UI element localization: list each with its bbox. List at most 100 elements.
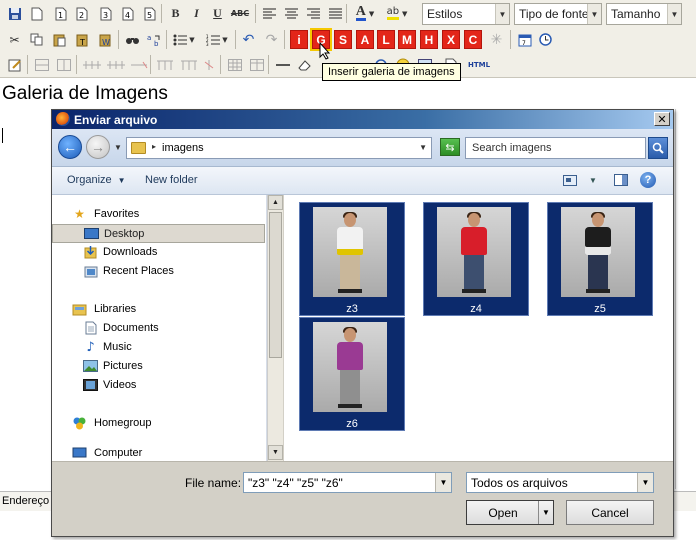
nav-scrollbar[interactable]: ▲ ▼	[267, 195, 283, 461]
nav-pictures[interactable]: Pictures	[52, 357, 265, 376]
nav-documents[interactable]: Documents	[52, 319, 265, 338]
nav-downloads[interactable]: Downloads	[52, 243, 265, 262]
organize-button[interactable]: Organize ▼	[67, 174, 126, 186]
file-tile-z3[interactable]: z3	[299, 202, 405, 316]
svg-text:T: T	[79, 38, 85, 47]
address-path[interactable]: imagens	[162, 142, 204, 154]
align-justify-icon[interactable]	[325, 3, 346, 24]
file-tile-z5[interactable]: z5	[547, 202, 653, 316]
search-icon[interactable]	[648, 137, 668, 159]
calendar-icon[interactable]: 7	[514, 29, 535, 50]
template-2-icon[interactable]: 2	[71, 3, 92, 24]
insert-row-below-icon	[104, 54, 128, 75]
svg-text:5: 5	[147, 11, 152, 20]
nav-music[interactable]: ♪ Music	[52, 338, 265, 357]
toolbar-separator	[150, 55, 151, 74]
preview-pane-icon[interactable]	[613, 173, 629, 187]
chevron-down-icon[interactable]: ▼	[419, 143, 427, 152]
plugin-a-button[interactable]: A	[356, 30, 374, 49]
nav-recent-places[interactable]: Recent Places	[52, 262, 265, 281]
insert-row-above-icon	[80, 54, 104, 75]
tooltip: Inserir galeria de imagens	[322, 63, 461, 81]
plugin-m-button[interactable]: M	[398, 30, 416, 49]
save-icon[interactable]	[4, 3, 25, 24]
font-select[interactable]: Tipo de fonte ▼	[514, 3, 602, 25]
nav-computer-label: Computer	[94, 447, 143, 459]
find-icon[interactable]	[122, 29, 143, 50]
align-center-icon[interactable]	[281, 3, 302, 24]
nav-favorites-label: Favorites	[94, 208, 140, 220]
clock-icon[interactable]	[535, 29, 556, 50]
size-select[interactable]: Tamanho ▼	[606, 3, 682, 25]
organize-label: Organize	[67, 174, 112, 186]
cancel-button[interactable]: Cancel	[566, 500, 654, 525]
template-4-icon[interactable]: 4	[117, 3, 138, 24]
open-dropdown-icon[interactable]: ▼	[538, 501, 553, 524]
back-button[interactable]: ←	[58, 135, 82, 159]
chevron-down-icon[interactable]: ▼	[435, 473, 451, 492]
close-icon[interactable]: ✕	[654, 112, 670, 126]
italic-button[interactable]: I	[186, 3, 207, 24]
font-color-icon[interactable]: A ▼	[350, 3, 380, 24]
styles-select[interactable]: Estilos ▼	[422, 3, 510, 25]
numbered-list-icon[interactable]: 1 2 3 ▼	[201, 29, 233, 50]
plugin-l-button[interactable]: L	[377, 30, 395, 49]
chevron-down-icon[interactable]: ▼	[637, 473, 653, 492]
undo-icon[interactable]: ↶	[238, 29, 259, 50]
nav-computer[interactable]: Computer	[52, 444, 265, 461]
paste-icon[interactable]	[49, 29, 70, 50]
align-left-icon[interactable]	[259, 3, 280, 24]
nav-videos[interactable]: Videos	[52, 376, 265, 395]
new-doc-icon[interactable]	[26, 3, 47, 24]
html-source-button[interactable]: HTML	[466, 54, 492, 75]
plugin-c-button[interactable]: C	[464, 30, 482, 49]
paste-word-icon[interactable]: W	[95, 29, 116, 50]
file-name-value[interactable]: "z3" "z4" "z5" "z6"	[248, 476, 343, 490]
underline-button[interactable]: U	[207, 3, 228, 24]
cut-icon[interactable]: ✂	[4, 29, 25, 50]
toolbar-separator	[268, 55, 269, 74]
plugin-h-button[interactable]: H	[420, 30, 438, 49]
eraser-icon[interactable]	[293, 54, 314, 75]
file-tile-z4[interactable]: z4	[423, 202, 529, 316]
edit-form-icon[interactable]	[4, 54, 25, 75]
plugin-s-button[interactable]: S	[334, 30, 352, 49]
paste-text-icon[interactable]: T	[72, 29, 93, 50]
file-name-input[interactable]: "z3" "z4" "z5" "z6" ▼	[243, 472, 452, 493]
scroll-up-icon[interactable]: ▲	[268, 195, 283, 210]
template-5-icon[interactable]: 5	[139, 3, 160, 24]
bold-button[interactable]: B	[165, 3, 186, 24]
dialog-titlebar[interactable]: Enviar arquivo ✕	[52, 110, 673, 129]
template-1-icon[interactable]: 1	[50, 3, 71, 24]
chevron-down-icon: ▼	[587, 4, 601, 24]
strikethrough-button[interactable]: ABC	[228, 3, 252, 24]
replace-icon[interactable]: ab	[144, 29, 165, 50]
horizontal-rule-icon[interactable]	[272, 54, 293, 75]
nav-homegroup[interactable]: Homegroup	[52, 414, 265, 433]
address-bar[interactable]: ▸ imagens ▼	[126, 137, 432, 159]
plugin-x-button[interactable]: X	[442, 30, 460, 49]
scroll-down-icon[interactable]: ▼	[268, 445, 283, 460]
file-type-select[interactable]: Todos os arquivos ▼	[466, 472, 654, 493]
nav-libraries[interactable]: Libraries	[52, 300, 265, 319]
open-button[interactable]: Open ▼	[466, 500, 554, 525]
help-icon[interactable]: ?	[640, 172, 656, 188]
view-dropdown-icon[interactable]: ▼	[585, 173, 601, 187]
template-3-icon[interactable]: 3	[95, 3, 116, 24]
search-input[interactable]: Search imagens	[465, 137, 646, 159]
new-folder-button[interactable]: New folder	[145, 174, 198, 186]
breadcrumb-arrow-icon[interactable]: ▸	[152, 142, 156, 151]
nav-desktop[interactable]: Desktop	[52, 224, 265, 243]
highlight-color-icon[interactable]: ab ▼	[382, 3, 412, 24]
history-dropdown-icon[interactable]: ▼	[114, 143, 122, 152]
copy-icon[interactable]	[26, 29, 47, 50]
view-options-icon[interactable]	[562, 173, 578, 187]
file-tile-z6[interactable]: z6	[299, 317, 405, 431]
bullet-list-icon[interactable]: ▼	[170, 29, 198, 50]
refresh-button[interactable]: ⇆	[440, 138, 460, 156]
align-right-icon[interactable]	[303, 3, 324, 24]
scrollbar-thumb[interactable]	[269, 212, 282, 358]
plugin-i-button[interactable]: i	[290, 30, 308, 49]
toolbar-row-1: 1 2 3 4 5 B I U ABC A ▼ ab ▼ Estilos ▼ Tipo…	[0, 1, 696, 27]
nav-favorites[interactable]: ★ Favorites	[52, 205, 265, 224]
